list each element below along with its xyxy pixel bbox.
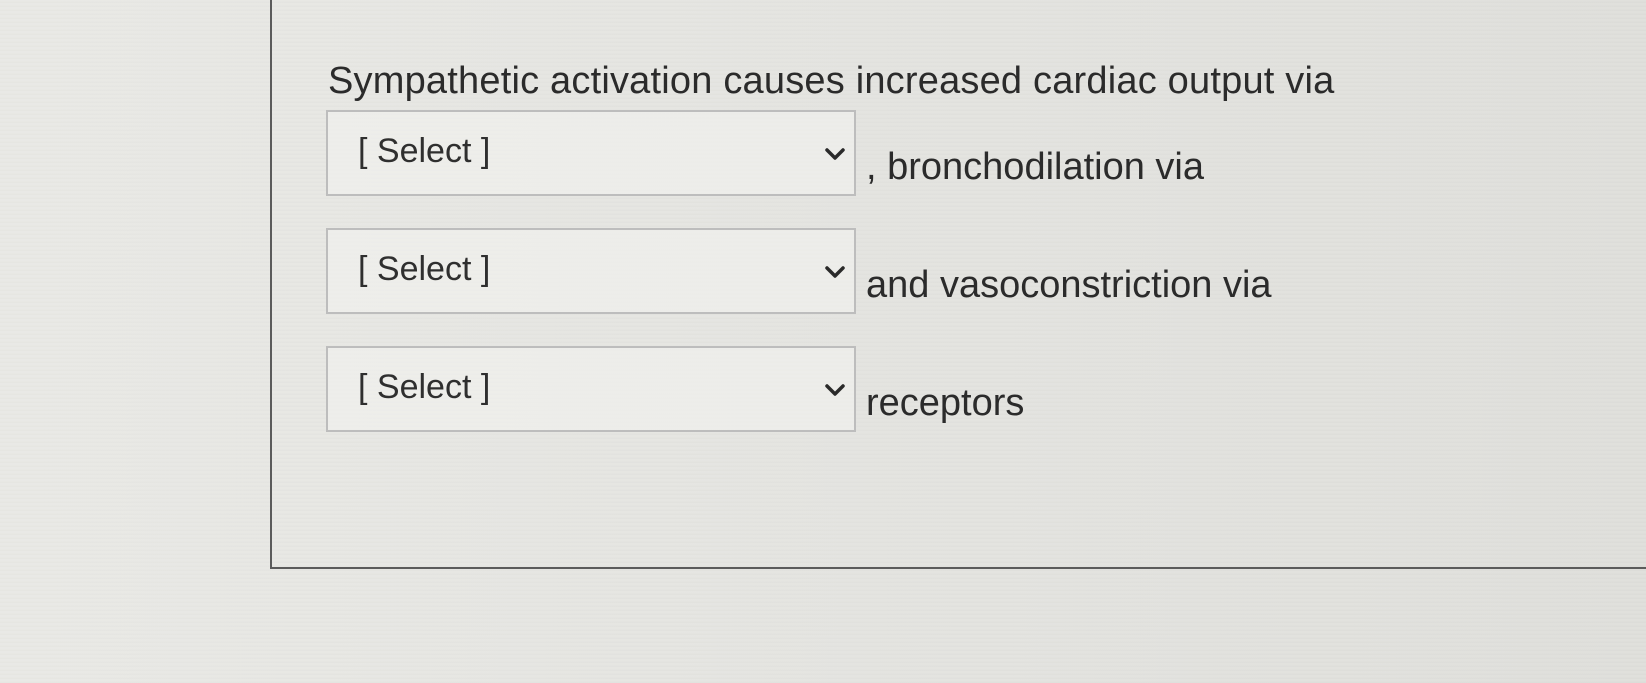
select-value-1: [ Select ]	[358, 132, 491, 170]
chevron-down-icon	[825, 148, 845, 160]
chevron-down-icon	[825, 384, 845, 396]
select-value-3: [ Select ]	[358, 368, 491, 406]
row-2-trailing-text: and vasoconstriction via	[866, 264, 1272, 306]
blank-row-3: [ Select ] receptors	[326, 344, 1024, 434]
select-value-2: [ Select ]	[358, 250, 491, 288]
select-dropdown-3[interactable]: [ Select ]	[326, 346, 856, 432]
row-1-trailing-text: , bronchodilation via	[866, 146, 1204, 188]
select-dropdown-2[interactable]: [ Select ]	[326, 228, 856, 314]
quiz-page: Sympathetic activation causes increased …	[0, 0, 1646, 683]
select-dropdown-1[interactable]: [ Select ]	[326, 110, 856, 196]
chevron-down-icon	[825, 266, 845, 278]
row-3-trailing-text: receptors	[866, 382, 1025, 424]
blank-row-1: [ Select ] , bronchodilation via	[326, 108, 1204, 198]
blank-row-2: [ Select ] and vasoconstriction via	[326, 226, 1272, 316]
question-text: Sympathetic activation causes increased …	[328, 60, 1335, 102]
